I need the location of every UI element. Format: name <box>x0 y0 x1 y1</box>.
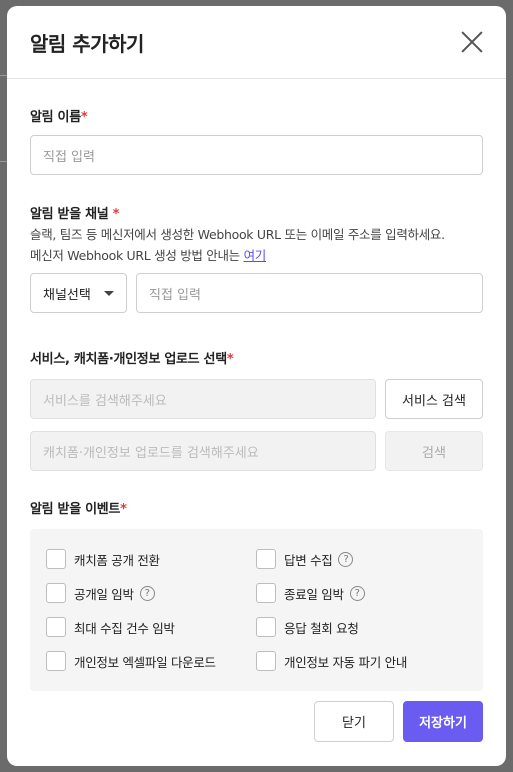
service-search-input[interactable]: 서비스를 검색해주세요 <box>30 379 376 419</box>
upload-search-placeholder: 캐치폼·개인정보 업로드를 검색해주세요 <box>43 445 259 461</box>
modal-header: 알림 추가하기 <box>7 6 506 79</box>
help-icon[interactable]: ? <box>349 585 365 601</box>
webhook-guide-link[interactable]: 여기 <box>244 248 267 263</box>
checkbox[interactable] <box>46 617 66 637</box>
service-label: 서비스, 캐치폼·개인정보 업로드 선택* <box>30 348 483 367</box>
event-item[interactable]: 공개일 임박? <box>46 583 256 603</box>
required-mark: * <box>226 352 234 367</box>
alert-name-placeholder: 직접 입력 <box>43 149 95 165</box>
required-mark: * <box>112 207 120 222</box>
channel-description: 슬랙, 팀즈 등 메신저에서 생성한 Webhook URL 또는 이메일 주소… <box>30 224 483 266</box>
event-label: 응답 철회 요청 <box>284 620 359 636</box>
save-button[interactable]: 저장하기 <box>403 701 483 742</box>
checkbox[interactable] <box>46 651 66 671</box>
alert-name-input[interactable]: 직접 입력 <box>30 135 483 175</box>
service-label-text: 서비스, 캐치폼·개인정보 업로드 선택 <box>30 352 227 367</box>
checkbox[interactable] <box>46 583 66 603</box>
modal-title: 알림 추가하기 <box>30 31 144 56</box>
event-label: 답변 수집 <box>284 552 333 568</box>
event-item[interactable]: 종료일 임박? <box>256 583 456 603</box>
service-search-placeholder: 서비스를 검색해주세요 <box>43 393 167 409</box>
channel-label: 알림 받을 채널 * <box>30 203 483 222</box>
upload-search-input[interactable]: 캐치폼·개인정보 업로드를 검색해주세요 <box>30 431 376 471</box>
chevron-down-icon <box>104 290 114 296</box>
events-label-text: 알림 받을 이벤트 <box>30 502 121 517</box>
checkbox[interactable] <box>256 651 276 671</box>
event-label: 공개일 임박 <box>74 586 134 602</box>
name-label-text: 알림 이름 <box>30 110 81 125</box>
event-item[interactable]: 최대 수집 건수 임박 <box>46 617 256 637</box>
upload-search-row: 캐치폼·개인정보 업로드를 검색해주세요 검색 <box>30 431 483 471</box>
channel-label-text: 알림 받을 채널 <box>30 207 109 222</box>
events-label: 알림 받을 이벤트* <box>30 498 483 517</box>
upload-search-button[interactable]: 검색 <box>385 431 483 471</box>
channel-input-placeholder: 직접 입력 <box>149 287 201 303</box>
help-icon[interactable]: ? <box>338 551 354 567</box>
close-button[interactable]: 닫기 <box>314 701 394 742</box>
event-label: 개인정보 자동 파기 안내 <box>284 654 408 670</box>
events-panel: 캐치폼 공개 전환 답변 수집? 공개일 임박? 종료일 임박? 최대 수집 건… <box>30 529 483 691</box>
channel-select-value: 채널선택 <box>43 287 91 303</box>
channel-description-line1: 슬랙, 팀즈 등 메신저에서 생성한 Webhook URL 또는 이메일 주소… <box>30 227 445 242</box>
service-search-button[interactable]: 서비스 검색 <box>385 379 483 419</box>
help-icon[interactable]: ? <box>139 585 155 601</box>
channel-guide-text: 메신저 Webhook URL 생성 방법 안내는 <box>30 248 240 263</box>
modal-footer: 닫기 저장하기 <box>314 701 483 742</box>
required-mark: * <box>120 502 127 517</box>
event-item[interactable]: 응답 철회 요청 <box>256 617 456 637</box>
checkbox[interactable] <box>256 549 276 569</box>
event-label: 캐치폼 공개 전환 <box>74 552 160 568</box>
service-search-row: 서비스를 검색해주세요 서비스 검색 <box>30 379 483 419</box>
event-item[interactable]: 답변 수집? <box>256 549 456 569</box>
close-icon[interactable] <box>460 30 484 54</box>
event-label: 종료일 임박 <box>284 586 344 602</box>
required-mark: * <box>80 110 88 125</box>
event-label: 최대 수집 건수 임박 <box>74 620 175 636</box>
event-label: 개인정보 엑셀파일 다운로드 <box>74 654 216 670</box>
modal-body: 알림 이름* 직접 입력 알림 받을 채널 * 슬랙, 팀즈 등 메신저에서 생… <box>7 106 506 691</box>
channel-row: 채널선택 직접 입력 <box>30 273 483 313</box>
checkbox[interactable] <box>46 549 66 569</box>
checkbox[interactable] <box>256 583 276 603</box>
add-alert-modal: 알림 추가하기 알림 이름* 직접 입력 알림 받을 채널 * 슬랙, 팀즈 등… <box>7 6 506 766</box>
channel-description-line2: 메신저 Webhook URL 생성 방법 안내는 여기 <box>30 245 483 266</box>
event-item[interactable]: 개인정보 자동 파기 안내 <box>256 651 456 671</box>
event-item[interactable]: 캐치폼 공개 전환 <box>46 549 256 569</box>
event-item[interactable]: 개인정보 엑셀파일 다운로드 <box>46 651 256 671</box>
name-label: 알림 이름* <box>30 106 483 125</box>
channel-select[interactable]: 채널선택 <box>30 273 127 313</box>
channel-input[interactable]: 직접 입력 <box>136 273 483 313</box>
checkbox[interactable] <box>256 617 276 637</box>
